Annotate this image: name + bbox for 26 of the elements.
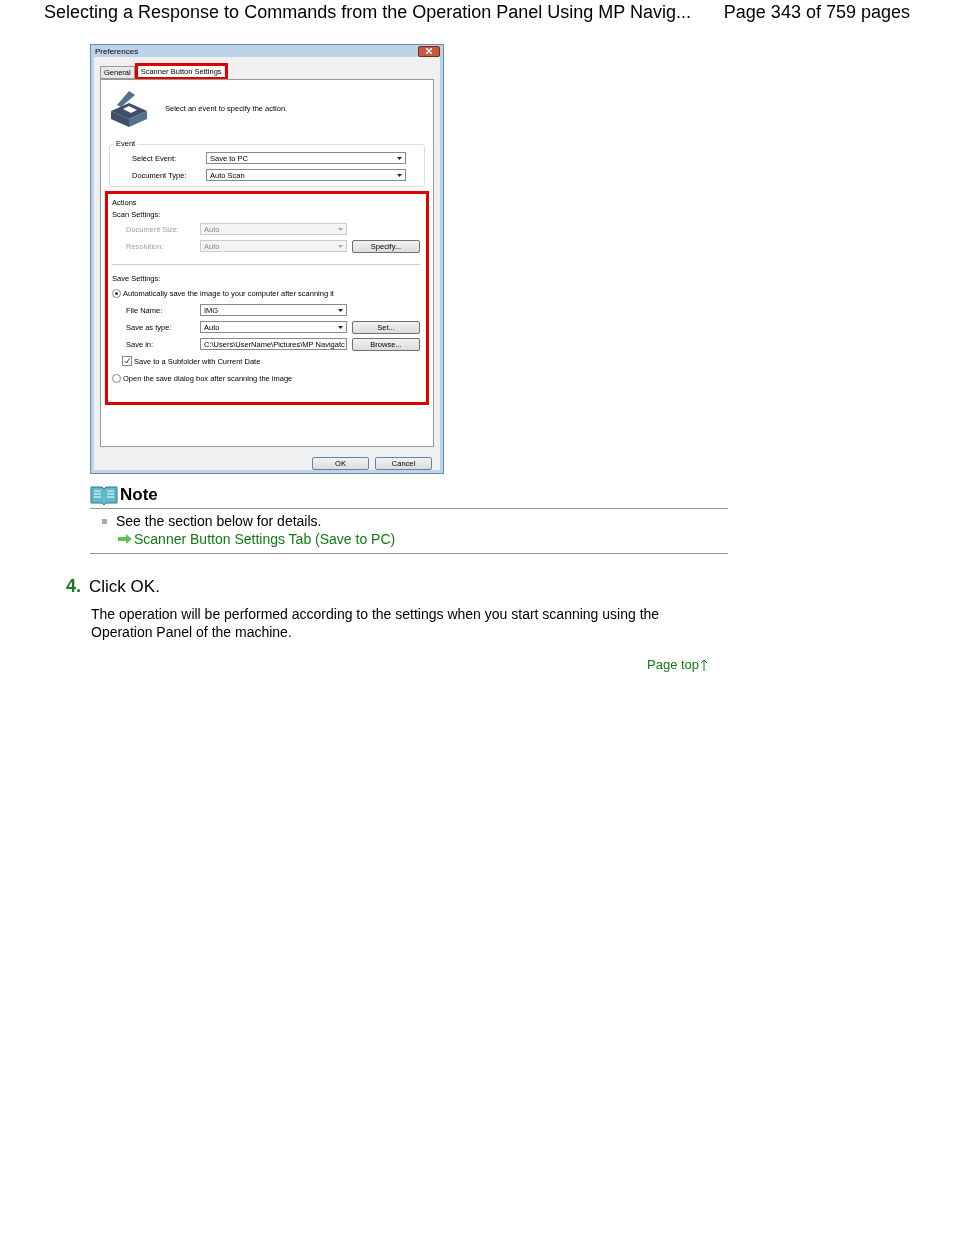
close-button[interactable] — [418, 45, 440, 57]
dropdown-arrow-icon — [338, 325, 343, 329]
scanner-icon — [109, 89, 149, 127]
page-title: Selecting a Response to Commands from the Operation Panel Using MP Navig... — [44, 1, 691, 23]
page-top-link[interactable]: Page top — [647, 657, 709, 672]
dropdown-arrow-icon — [397, 173, 402, 177]
dropdown-arrow-icon — [397, 156, 402, 160]
arrow-icon — [118, 534, 132, 544]
close-icon — [426, 48, 432, 54]
note-title: Note — [120, 485, 158, 505]
checkbox[interactable] — [122, 356, 132, 366]
up-arrow-icon — [700, 658, 709, 671]
bullet-icon — [102, 518, 107, 524]
radio-button[interactable] — [112, 373, 121, 383]
window-title: Preferences — [95, 46, 139, 56]
book-icon — [90, 485, 118, 505]
dropdown-arrow-icon — [338, 308, 343, 312]
step-description: The operation will be performed according to the settings when you start scanning using the Operation Panel of the machine. — [91, 605, 661, 641]
link[interactable]: Scanner Button Settings Tab (Save to PC) — [102, 531, 728, 547]
note-text: See the section below for details. — [116, 513, 322, 529]
dropdown-arrow-icon — [338, 227, 343, 231]
step-number: 4. — [66, 576, 81, 597]
page-count: Page 343 of 759 pages — [723, 1, 910, 23]
step-title: Click OK. — [89, 577, 160, 597]
radio-button[interactable] — [112, 288, 121, 298]
dropdown-arrow-icon — [338, 244, 343, 248]
